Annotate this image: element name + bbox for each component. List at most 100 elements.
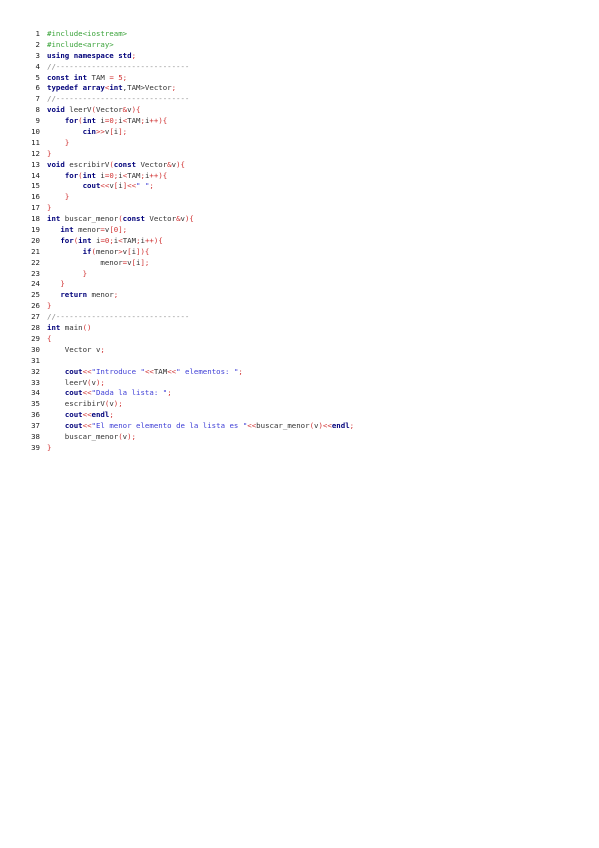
- code-token: int: [109, 83, 123, 93]
- line-number: 33: [31, 377, 40, 387]
- code-line: 19 int menor=v[0];: [28, 225, 588, 236]
- line-number: 6: [35, 83, 40, 93]
- line-number: 4: [35, 61, 40, 71]
- line-number: 36: [31, 410, 40, 420]
- line-number: 30: [31, 344, 40, 354]
- code-token: namespace: [73, 50, 114, 60]
- code-line: 2 #include<array>: [28, 40, 588, 51]
- line-number: 18: [31, 214, 40, 224]
- code-line: 29 {: [28, 334, 588, 345]
- code-token: menor: [47, 257, 123, 267]
- code-token: TAM: [87, 72, 110, 82]
- line-number: 35: [31, 399, 40, 409]
- line-number: 2: [35, 39, 40, 49]
- code-token: const: [122, 214, 145, 224]
- code-token: return: [60, 290, 88, 300]
- line-number: 16: [31, 192, 40, 202]
- code-text: buscar_menor(v);: [40, 432, 136, 443]
- line-number: 14: [31, 170, 40, 180]
- code-token: if: [82, 246, 92, 256]
- code-text: for(int i=0;i<TAM;i++){: [40, 171, 167, 182]
- line-number: 22: [31, 257, 40, 267]
- line-number: 24: [31, 279, 40, 289]
- code-token: cout: [64, 421, 83, 431]
- code-line: 16 }: [28, 192, 588, 203]
- code-token: escribirV: [64, 159, 110, 169]
- code-line: 39}: [28, 443, 588, 454]
- code-token: Vector: [136, 159, 168, 169]
- code-line: 15 cout<<v[i]<<" ";: [28, 181, 588, 192]
- code-text: leerV(v);: [40, 378, 105, 389]
- code-token: ;: [171, 83, 177, 93]
- code-line: 23 }: [28, 269, 588, 280]
- line-number: 23: [31, 268, 40, 278]
- code-token: }: [64, 137, 70, 147]
- code-token: i: [95, 116, 105, 126]
- line-number: 13: [31, 159, 40, 169]
- code-line: 32 cout<<"Introduce "<<TAM<<" elementos:…: [28, 367, 588, 378]
- code-line: 1 #include<iostream>: [28, 29, 588, 40]
- code-token: "Dada la lista: ": [91, 388, 168, 398]
- code-token: const: [47, 72, 70, 82]
- code-text: void escribirV(const Vector&v){: [40, 160, 185, 171]
- code-line: 9 for(int i=0;i<TAM;i++){: [28, 116, 588, 127]
- line-number: 17: [31, 203, 40, 213]
- code-line: 4 //------------------------------: [28, 62, 588, 73]
- code-token: array: [82, 83, 105, 93]
- code-token: TAM: [127, 170, 141, 180]
- code-line: 6 typedef array<int,TAM>Vector;: [28, 83, 588, 94]
- code-text: }: [40, 192, 69, 203]
- code-token: #include<array>: [47, 39, 114, 49]
- code-token: " elementos: ": [176, 366, 239, 376]
- code-line: 30 Vector v;: [28, 345, 588, 356]
- code-line: 17}: [28, 203, 588, 214]
- code-token: void: [47, 105, 65, 115]
- code-token: ]){: [136, 246, 150, 256]
- line-number: 7: [35, 94, 40, 104]
- code-token: int: [73, 72, 88, 82]
- code-token: >>: [95, 127, 105, 137]
- code-token: endl: [91, 410, 110, 420]
- line-number: 28: [31, 323, 40, 333]
- code-token: int: [82, 116, 96, 126]
- code-token: int: [47, 323, 61, 333]
- code-line: 38 buscar_menor(v);: [28, 432, 588, 443]
- code-text: cin>>v[i];: [40, 127, 128, 138]
- code-line: 14 for(int i=0;i<TAM;i++){: [28, 171, 588, 182]
- code-token: ;: [113, 290, 119, 300]
- code-token: int: [82, 170, 96, 180]
- line-number: 25: [31, 290, 40, 300]
- code-token: buscar_menor: [256, 421, 310, 431]
- code-token: <<: [82, 410, 92, 420]
- code-text: //------------------------------: [40, 312, 189, 323]
- code-text: const int TAM = 5;: [40, 73, 127, 84]
- code-token: <<: [100, 181, 110, 191]
- code-line: 3 using namespace std;: [28, 51, 588, 62]
- code-line: 36 cout<<endl;: [28, 410, 588, 421]
- code-token: ++){: [144, 235, 163, 245]
- code-token: <<: [82, 366, 92, 376]
- code-token: {: [47, 333, 52, 343]
- code-text: for(int i=0;i<TAM;i++){: [40, 235, 163, 247]
- line-number: 9: [35, 116, 40, 126]
- code-text: for(int i=0;i<TAM;i++){: [40, 116, 167, 127]
- code-text: void leerV(Vector&v){: [40, 105, 140, 116]
- code-line: 28 int main(): [28, 323, 588, 334]
- code-token: menor: [73, 225, 101, 235]
- code-text: }: [40, 269, 87, 280]
- code-line: 5 const int TAM = 5;: [28, 73, 588, 84]
- code-token: ;: [122, 72, 128, 82]
- code-token: //------------------------------: [47, 61, 190, 71]
- code-token: (): [82, 323, 92, 333]
- code-line: 13 void escribirV(const Vector&v){: [28, 160, 588, 171]
- code-text: using namespace std;: [40, 51, 136, 62]
- code-token: <<: [247, 421, 257, 431]
- code-token: const: [113, 159, 137, 169]
- code-token: Vector: [95, 105, 123, 115]
